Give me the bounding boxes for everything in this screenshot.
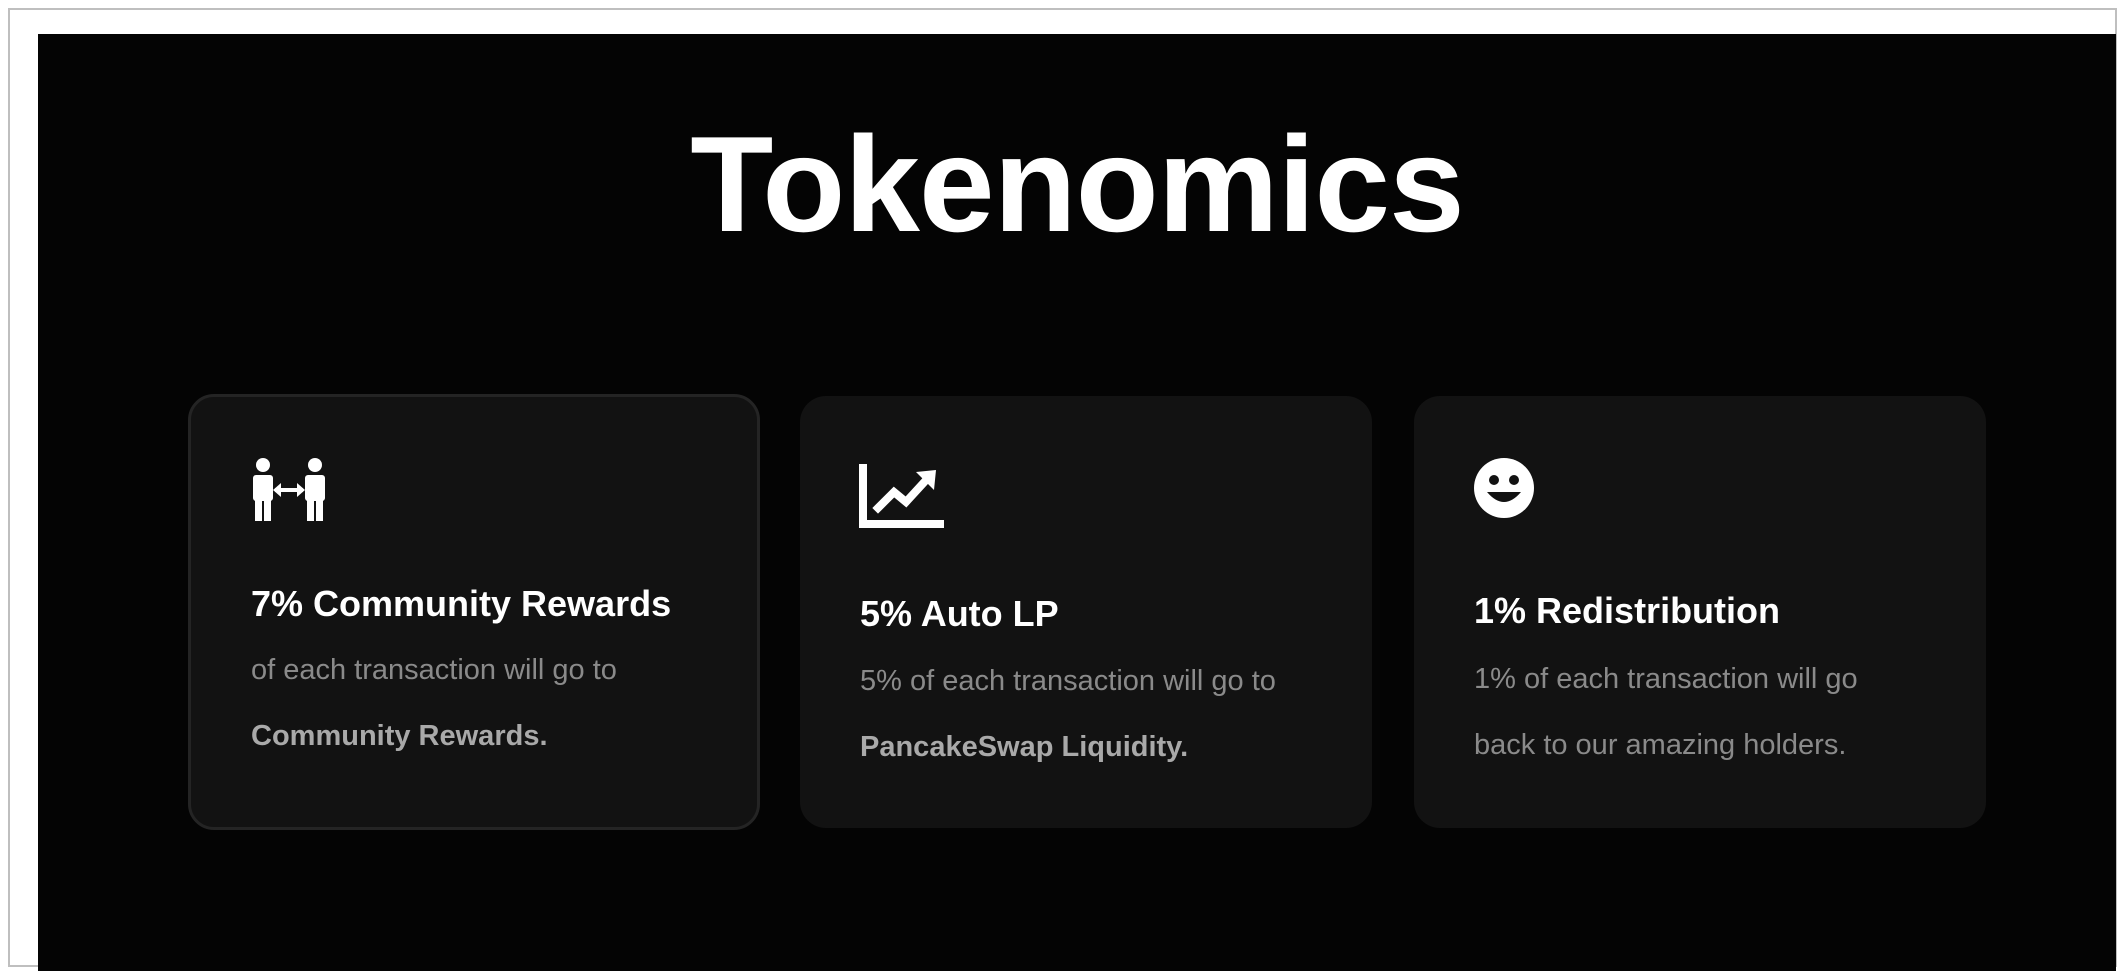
tokenomics-section: Tokenomics 7% Community Rewards of each … [38,34,2116,971]
card-description: 5% of each transaction will go to Pancak… [860,648,1290,780]
section-title: Tokenomics [690,108,1464,260]
card-heading: 5% Auto LP [860,593,1059,634]
screenshot-frame: Tokenomics 7% Community Rewards of each … [8,8,2117,971]
card-heading: 7% Community Rewards [251,583,672,624]
card-redistribution: 1% Redistribution 1% of each transaction… [1414,396,1986,828]
card-description: of each transaction will go to Community … [251,637,721,769]
description-emphasis: Community Rewards. [251,720,548,752]
description-text: 5% of each transaction will go to [860,665,1276,697]
card-community-rewards: 7% Community Rewards of each transaction… [188,394,760,830]
card-description: 1% of each transaction will go back to o… [1474,646,1904,778]
chart-line-up-icon [858,464,948,554]
description-text: 1% of each transaction will go back to o… [1474,663,1858,761]
description-emphasis: PancakeSwap Liquidity. [860,731,1189,763]
card-auto-lp: 5% Auto LP 5% of each transaction will g… [800,396,1372,828]
description-text: of each transaction will go to [251,654,617,686]
people-exchange-icon [249,455,339,545]
card-heading: 1% Redistribution [1474,590,1781,631]
smiley-face-icon [1472,456,1562,546]
